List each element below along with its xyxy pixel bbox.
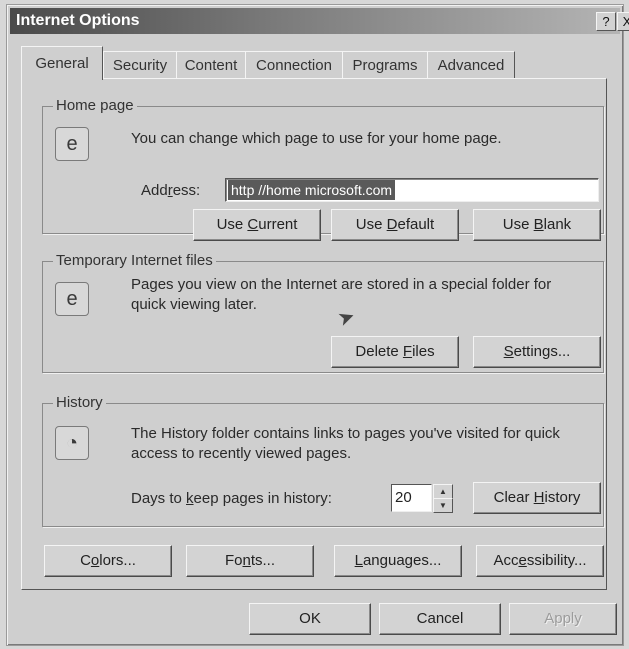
spin-up-button[interactable]: ▲ <box>433 484 453 499</box>
tab-security[interactable]: Security <box>103 51 177 79</box>
tab-connection[interactable]: Connection <box>245 51 343 79</box>
history-title: History <box>53 394 106 411</box>
temp-files-title: Temporary Internet files <box>53 252 216 269</box>
use-blank-button[interactable]: Use Blank <box>473 209 601 241</box>
temp-files-description-line2: quick viewing later. <box>131 296 257 313</box>
languages-button[interactable]: Languages... <box>334 545 462 577</box>
temporary-files-icon: e <box>55 282 89 316</box>
internet-options-window: Internet Options ? X General Security Co… <box>6 4 629 646</box>
history-icon: ◔ <box>55 426 89 460</box>
history-description-line2: access to recently viewed pages. <box>131 445 352 462</box>
apply-button: Apply <box>509 603 617 635</box>
temp-files-description-line1: Pages you view on the Internet are store… <box>131 276 552 293</box>
settings-button[interactable]: Settings... <box>473 336 601 368</box>
use-current-button[interactable]: Use Current <box>193 209 321 241</box>
address-input[interactable]: http //home microsoft.com <box>225 178 599 202</box>
address-value: http //home microsoft.com <box>228 180 396 200</box>
days-spinner-input[interactable]: 20 <box>391 484 432 512</box>
address-label: Address: <box>141 182 201 199</box>
accessibility-button[interactable]: Accessibility... <box>476 545 604 577</box>
tab-general[interactable]: General <box>21 46 103 80</box>
spin-down-button[interactable]: ▼ <box>433 498 453 513</box>
close-button[interactable]: X <box>617 12 629 31</box>
home-page-description: You can change which page to use for you… <box>131 130 502 147</box>
clear-history-button[interactable]: Clear History <box>473 482 601 514</box>
tab-content[interactable]: Content <box>176 51 246 79</box>
ok-button[interactable]: OK <box>249 603 371 635</box>
help-button[interactable]: ? <box>596 12 616 31</box>
tab-programs[interactable]: Programs <box>342 51 428 79</box>
title-bar[interactable]: Internet Options ? X <box>10 8 629 34</box>
colors-button[interactable]: Colors... <box>44 545 172 577</box>
temp-files-group: Temporary Internet files e Pages you vie… <box>42 252 604 373</box>
tab-advanced[interactable]: Advanced <box>427 51 515 79</box>
general-panel: Home page e You can change which page to… <box>21 78 607 590</box>
history-description-line1: The History folder contains links to pag… <box>131 425 560 442</box>
home-page-title: Home page <box>53 97 137 114</box>
home-page-icon: e <box>55 127 89 161</box>
delete-files-button[interactable]: Delete Files <box>331 336 459 368</box>
fonts-button[interactable]: Fonts... <box>186 545 314 577</box>
window-title: Internet Options <box>16 12 140 29</box>
home-page-group: Home page e You can change which page to… <box>42 97 604 241</box>
use-default-button[interactable]: Use Default <box>331 209 459 241</box>
cancel-button[interactable]: Cancel <box>379 603 501 635</box>
days-label: Days to keep pages in history: <box>131 490 332 507</box>
history-group: History ◔ The History folder contains li… <box>42 394 604 527</box>
